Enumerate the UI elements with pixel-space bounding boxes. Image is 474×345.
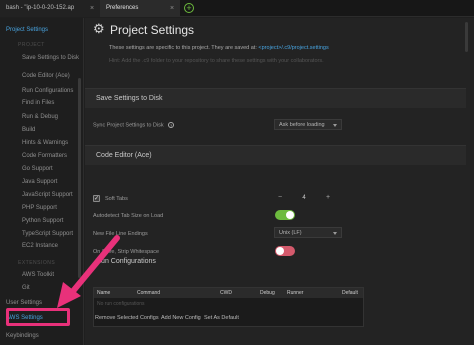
tab-size-value[interactable]: 4 xyxy=(288,192,320,204)
line-endings-value: Unix (LF) xyxy=(279,230,302,236)
sidebar-item-project-settings[interactable]: Project Settings xyxy=(6,27,48,33)
sync-settings-value: Ask before loading xyxy=(279,122,325,128)
add-config-button[interactable]: Add New Config xyxy=(161,315,201,321)
sync-settings-row: Sync Project Settings to Disk ? xyxy=(93,122,175,129)
tab-terminal[interactable]: bash - "ip-10-0-20-152.ap × xyxy=(0,0,100,17)
main-scrollbar[interactable] xyxy=(465,22,468,52)
column-header[interactable]: Default xyxy=(342,290,358,296)
section-save-settings: Save Settings to Disk xyxy=(85,88,466,108)
add-tab-icon[interactable]: + xyxy=(184,3,194,13)
sidebar-item[interactable]: Save Settings to Disk xyxy=(22,55,79,61)
settings-panel: ⚙ Project Settings These settings are sp… xyxy=(85,18,474,345)
autodetect-label: Autodetect Tab Size on Load xyxy=(93,213,164,219)
settings-description: These settings are specific to this proj… xyxy=(109,45,329,51)
sidebar-item-user-settings[interactable]: User Settings xyxy=(6,300,42,306)
sidebar-item[interactable]: Code Formatters xyxy=(22,153,67,159)
project-settings-link[interactable]: <project>/.c9/project.settings xyxy=(258,45,328,51)
increment-button[interactable]: + xyxy=(322,192,334,204)
gear-icon: ⚙ xyxy=(93,21,105,36)
sidebar-item[interactable]: Python Support xyxy=(22,218,63,224)
sidebar-item[interactable]: Find in Files xyxy=(22,100,54,106)
sidebar-header-extensions: EXTENSIONS xyxy=(18,260,56,266)
sidebar-item[interactable]: Run Configurations xyxy=(22,88,73,94)
table-header: Name Command CWD Debug Runner Default xyxy=(94,288,363,298)
sidebar-item[interactable]: Hints & Warnings xyxy=(22,140,68,146)
column-header[interactable]: Command xyxy=(137,290,160,296)
soft-tabs-label: Soft Tabs xyxy=(105,196,128,202)
sidebar-item[interactable]: Build xyxy=(22,127,35,133)
tab-bar: bash - "ip-10-0-20-152.ap × Preferences … xyxy=(0,0,474,17)
sidebar-item[interactable]: PHP Support xyxy=(22,205,57,211)
tab-preferences-label: Preferences xyxy=(106,5,139,11)
soft-tabs-checkbox[interactable]: ✓ xyxy=(93,195,100,202)
line-endings-dropdown[interactable]: Unix (LF) xyxy=(274,227,342,238)
tab-size-stepper[interactable]: − 4 + xyxy=(274,192,334,204)
toggle-knob xyxy=(276,247,284,255)
chevron-down-icon xyxy=(333,232,337,235)
sidebar-item[interactable]: Run & Debug xyxy=(22,114,58,120)
remove-configs-button[interactable]: Remove Selected Configs xyxy=(95,315,159,321)
sync-settings-label: Sync Project Settings to Disk xyxy=(93,122,164,129)
sync-settings-dropdown[interactable]: Ask before loading xyxy=(274,119,342,130)
sidebar-item-keybindings[interactable]: Keybindings xyxy=(6,333,39,339)
section-title: Code Editor (Ace) xyxy=(96,152,152,159)
page-title: Project Settings xyxy=(110,23,195,37)
column-header[interactable]: Runner xyxy=(287,290,303,296)
sidebar-header-project: PROJECT xyxy=(18,42,45,48)
sidebar-item[interactable]: JavaScript Support xyxy=(22,192,73,198)
sidebar-item[interactable]: Code Editor (Ace) xyxy=(22,73,70,79)
run-configurations-table: Name Command CWD Debug Runner Default No… xyxy=(93,287,364,327)
tab-preferences[interactable]: Preferences × xyxy=(100,0,180,17)
sidebar-item[interactable]: Git xyxy=(22,285,30,291)
close-icon[interactable]: × xyxy=(170,0,174,17)
chevron-down-icon xyxy=(333,124,337,127)
section-title: Save Settings to Disk xyxy=(96,95,163,102)
annotation-arrow xyxy=(57,235,120,308)
set-default-button[interactable]: Set As Default xyxy=(204,315,239,321)
toggle-knob xyxy=(286,211,294,219)
sidebar-item[interactable]: EC2 Instance xyxy=(22,243,58,249)
column-header[interactable]: CWD xyxy=(220,290,232,296)
section-run-configurations: Run Configurations xyxy=(85,255,466,275)
annotation-highlight-box xyxy=(6,308,70,326)
description-text: These settings are specific to this proj… xyxy=(109,45,257,51)
section-code-editor: Code Editor (Ace) xyxy=(85,145,466,165)
sidebar-item[interactable]: Java Support xyxy=(22,179,57,185)
autodetect-toggle[interactable] xyxy=(275,210,295,220)
column-header[interactable]: Debug xyxy=(260,290,275,296)
decrement-button[interactable]: − xyxy=(274,192,286,204)
close-icon[interactable]: × xyxy=(90,0,94,17)
sidebar-item[interactable]: AWS Toolkit xyxy=(22,272,54,278)
sidebar-item[interactable]: Go Support xyxy=(22,166,53,172)
hint-text: Hint: Add the .c9 folder to your reposit… xyxy=(109,58,324,64)
help-icon[interactable]: ? xyxy=(168,122,175,128)
tab-terminal-label: bash - "ip-10-0-20-152.ap xyxy=(6,5,75,11)
